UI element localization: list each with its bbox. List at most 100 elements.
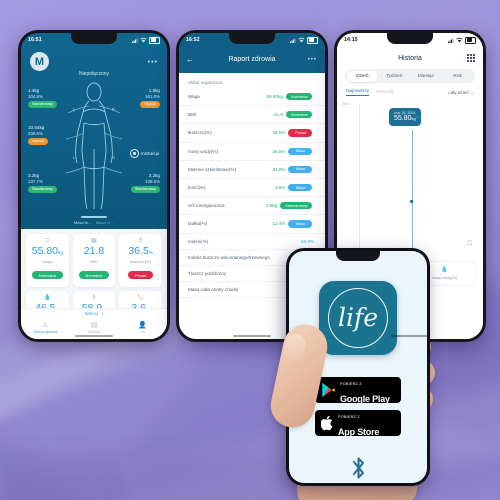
- google-play-text: POBIERZ Z Google Play: [340, 373, 390, 407]
- water-icon: 💧: [43, 294, 52, 301]
- table-row[interactable]: Waga 55.80kg Normalna ›: [179, 88, 325, 107]
- metric-cards-panel: ⚖ 55.80kg Waga Normalna 🯄 21.8 BMI Norma…: [21, 229, 167, 339]
- segment-kg: 1.5kg: [148, 88, 160, 93]
- row-name: Mięśnie szkieletowe(%): [188, 166, 236, 172]
- status-badge: Normalna: [78, 270, 110, 280]
- table-row[interactable]: masy wody(%) 46.5% Nisko ›: [179, 143, 325, 161]
- table-row[interactable]: BMI 21.8 Normalna ›: [179, 106, 325, 125]
- more-label: Więcej: [84, 311, 99, 316]
- chart-data-point[interactable]: [409, 200, 413, 204]
- chart-vertical-line: [412, 130, 413, 252]
- tooltip-value: 55.80kg: [394, 115, 416, 122]
- segment-pct: 137.7%: [28, 179, 43, 184]
- metric-card-weight[interactable]: ⚖ 55.80kg Waga Normalna: [26, 234, 69, 287]
- status-time: 16:52: [186, 37, 200, 43]
- chart-tooltip[interactable]: mar 26, 2024 55.80kg ›: [389, 108, 421, 127]
- google-play-button[interactable]: POBIERZ Z Google Play: [315, 377, 401, 404]
- signal-icon: [290, 38, 296, 43]
- segment-left-arm[interactable]: 1.4kg 104.8% Standardowy: [28, 88, 57, 108]
- status-icons: [448, 36, 476, 44]
- bmi-icon: 🯄: [90, 238, 97, 244]
- row-value: 36.5%: [272, 130, 286, 136]
- more-link[interactable]: Więcej ▾: [21, 311, 167, 316]
- y-tick-top: 64.0: [343, 102, 350, 106]
- marker-right: R: [111, 107, 115, 112]
- tab-month[interactable]: Miesiąc: [410, 71, 442, 82]
- metric-value: 36.5%: [128, 245, 153, 257]
- metric-label: tłuszczu(%): [130, 258, 151, 264]
- mass-legend: Masa tk… Masa m…: [21, 216, 167, 225]
- instruction-button[interactable]: Instrukcja: [130, 149, 159, 158]
- store-line-2: App Store: [338, 427, 380, 437]
- y-axis: [345, 104, 360, 254]
- row-value: 2.8kg: [266, 203, 278, 209]
- metric-label: BMI: [90, 258, 98, 264]
- segment-status-badge: Standardowy: [28, 186, 57, 193]
- grid-view-icon[interactable]: [467, 54, 475, 62]
- nav-label: Ja: [140, 330, 145, 334]
- logo-text: life: [337, 302, 379, 332]
- logo-circle: life: [328, 288, 388, 348]
- segment-pct: 208.6%: [28, 131, 43, 136]
- mass-bar: [81, 216, 107, 218]
- tab-week[interactable]: Tydzień: [378, 71, 410, 82]
- phone-left: 16:51 M ••• Niepołączony 1.4kg 104.8% St…: [18, 30, 170, 342]
- table-row[interactable]: kości(%) 3.6% Nisko ›: [179, 179, 325, 198]
- row-value: 12.4%: [272, 221, 286, 227]
- google-play-icon: [322, 382, 335, 398]
- signal-icon: [448, 38, 454, 43]
- weight-icon: ⚖: [44, 238, 51, 244]
- segment-left-leg[interactable]: 3.2kg 137.7% Standardowy: [28, 173, 57, 193]
- person-icon: 👤: [138, 321, 148, 329]
- more-dots-icon[interactable]: •••: [148, 59, 158, 66]
- filter-past[interactable]: Przeszły: [376, 90, 394, 95]
- row-value: 21.8: [274, 112, 283, 118]
- row-name: tłuszczu(%): [188, 130, 212, 136]
- nav-item-history[interactable]: ▤ Historia: [70, 322, 119, 335]
- table-row[interactable]: Sól nieorganiczna 2.8kg Standardowy ›: [179, 197, 325, 216]
- table-row[interactable]: tłuszczu(%) 36.5% Ponad ›: [179, 124, 325, 143]
- store-line-1: POBIERZ Z: [340, 382, 362, 387]
- tab-year[interactable]: Rok: [442, 71, 474, 82]
- segment-right-leg[interactable]: 3.2kg 138.6% Standardowy: [131, 173, 160, 193]
- chevron-right-icon: ›: [315, 148, 317, 154]
- section-label: Skład organizmu:: [188, 80, 224, 85]
- nav-item-home[interactable]: ⌂ Strona główna: [21, 322, 70, 335]
- wifi-icon: [298, 37, 305, 43]
- store-line-1: Pobierz z: [338, 415, 360, 420]
- status-badge: Normalna: [286, 93, 313, 101]
- status-time: 14:15: [344, 37, 358, 43]
- bluetooth-icon: [350, 456, 367, 483]
- expand-icon[interactable]: ⛶: [468, 241, 473, 248]
- app-store-button[interactable]: Pobierz z App Store: [315, 410, 401, 437]
- row-name: kości(%): [188, 185, 206, 191]
- wifi-icon: [456, 37, 463, 43]
- avatar[interactable]: M: [30, 52, 49, 71]
- row-name: białka(%): [188, 221, 208, 227]
- hand-holding-phone: life POBIERZ Z Google Play POBIERZ Z App…: [255, 248, 465, 500]
- marker-left: L: [73, 107, 76, 112]
- tab-day[interactable]: Dzień: [346, 70, 379, 82]
- more-dots-icon[interactable]: •••: [308, 57, 317, 63]
- segment-status-badge: Wysoki: [140, 101, 160, 108]
- segment-right-arm[interactable]: 1.5kg 161.0% Wysoki: [140, 88, 160, 108]
- segment-trunk[interactable]: 10.64kg 208.6% wysoka: [28, 125, 48, 145]
- chevron-right-icon: ›: [315, 112, 317, 118]
- nav-item-profile[interactable]: 👤 Ja: [118, 322, 167, 335]
- table-row[interactable]: Mięśnie szkieletowe(%) 34.0% Nisko ›: [179, 161, 325, 179]
- row-name: BMI: [188, 112, 197, 118]
- status-badge: Ponad: [128, 270, 154, 280]
- metric-card-bmi[interactable]: 🯄 21.8 BMI Normalna: [72, 234, 116, 287]
- chevron-right-icon: ›: [417, 114, 419, 120]
- phone-left-screen: 16:51 M ••• Niepołączony 1.4kg 104.8% St…: [21, 33, 167, 339]
- notch: [336, 251, 380, 261]
- table-row[interactable]: białka(%) 12.4% Nisko ›: [179, 215, 325, 234]
- filter-newest[interactable]: Najnowszy: [346, 89, 370, 96]
- day-select[interactable]: cały dzień ⌄: [448, 90, 474, 96]
- page-title: Raport zdrowia: [228, 56, 276, 63]
- chevron-right-icon: ›: [315, 203, 317, 209]
- status-badge: Standardowy: [280, 202, 313, 210]
- period-tabs: Dzień Tydzień Miesiąc Rok: [345, 69, 475, 83]
- notch: [387, 33, 433, 44]
- metric-card-fat[interactable]: 🯅 36.5% tłuszczu(%) Ponad: [119, 234, 162, 287]
